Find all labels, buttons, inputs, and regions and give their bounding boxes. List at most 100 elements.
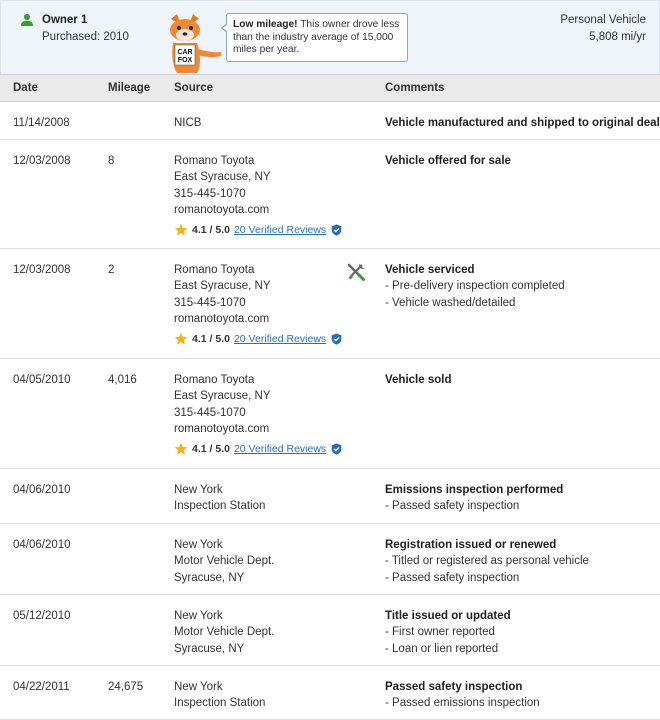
- row-mileage: 4,016: [108, 374, 137, 386]
- row-date: 04/05/2010: [13, 374, 71, 386]
- service-tools-icon: [347, 263, 365, 281]
- col-header-mileage: Mileage: [108, 82, 151, 94]
- row-comments: Vehicle manufactured and shipped to orig…: [385, 115, 660, 131]
- row-comments: Emissions inspection performed - Passed s…: [385, 482, 655, 515]
- comment-detail: - Titled or registered as personal vehic…: [385, 555, 589, 568]
- dealer-rating: 4.1 / 5.0 20 Verified Reviews: [174, 331, 344, 347]
- row-mileage: 2: [108, 264, 115, 276]
- verified-reviews-link[interactable]: 20 Verified Reviews: [234, 222, 326, 238]
- row-date: 04/06/2010: [13, 539, 71, 551]
- comment-title: Vehicle sold: [385, 374, 452, 386]
- owner-title: Owner 1: [42, 14, 88, 26]
- row-source: New York Inspection Station: [174, 679, 344, 712]
- history-row: 12/03/2008 2 Romano Toyota East Syracuse, N…: [0, 249, 660, 359]
- source-line: romanotoyota.com: [174, 422, 270, 435]
- comment-detail: - First owner reported: [385, 626, 495, 639]
- history-row: 11/14/2008 NICB Vehicle manufactured and s…: [0, 102, 660, 140]
- carfox-mascot-icon: CAR FOX: [170, 14, 221, 73]
- miles-per-year: 5,808 mi/yr: [589, 31, 646, 43]
- source-line: New York: [174, 484, 223, 496]
- row-comments: Vehicle offered for sale: [385, 153, 655, 169]
- source-line: 315-445-1070: [174, 406, 246, 419]
- source-line: New York: [174, 539, 223, 551]
- row-comments: Passed safety inspection - Passed emissio…: [385, 679, 655, 712]
- row-comments: Registration issued or renewed - Titled o…: [385, 537, 655, 586]
- row-date: 12/03/2008: [13, 155, 71, 167]
- row-mileage: 24,675: [108, 681, 144, 693]
- source-line: East Syracuse, NY: [174, 280, 271, 293]
- verified-shield-icon: [331, 443, 342, 455]
- source-line: Syracuse, NY: [174, 571, 245, 584]
- history-row: 12/03/2008 8 Romano Toyota East Syracuse, N…: [0, 140, 660, 249]
- vehicle-type: Personal Vehicle: [560, 14, 646, 26]
- mascot-shirt-bottom: FOX: [178, 57, 193, 64]
- comment-detail: - Passed emissions inspection: [385, 697, 540, 710]
- row-source: NICB: [174, 115, 344, 131]
- source-line: 315-445-1070: [174, 296, 246, 309]
- mascot-shirt-top: CAR: [177, 49, 192, 56]
- col-header-comments: Comments: [385, 82, 445, 94]
- source-line: New York: [174, 610, 223, 622]
- source-line: 315-445-1070: [174, 187, 246, 200]
- comment-detail: - Vehicle washed/detailed: [385, 296, 516, 309]
- comment-title: Emissions inspection performed: [385, 484, 564, 496]
- comment-detail: - Passed safety inspection: [385, 500, 520, 513]
- source-line: Syracuse, NY: [174, 642, 245, 655]
- row-date: 12/03/2008: [13, 264, 71, 276]
- verified-shield-icon: [331, 333, 342, 345]
- person-icon: [21, 14, 33, 26]
- star-icon: [174, 332, 188, 345]
- star-icon: [174, 223, 188, 236]
- source-line: Romano Toyota: [174, 264, 255, 276]
- comment-title: Title issued or updated: [385, 610, 511, 622]
- comment-title: Vehicle manufactured and shipped to orig…: [385, 117, 660, 129]
- comment-detail: - Loan or lien reported: [385, 642, 499, 655]
- row-source: New York Inspection Station: [174, 482, 344, 515]
- row-source: New York Motor Vehicle Dept. Syracuse, NY: [174, 537, 344, 586]
- source-line: Motor Vehicle Dept.: [174, 626, 275, 639]
- source-line: Inspection Station: [174, 697, 266, 710]
- source-line: Romano Toyota: [174, 155, 255, 167]
- comment-title: Vehicle offered for sale: [385, 155, 511, 167]
- history-row: 04/06/2010 New York Motor Vehicle Dept. Syr…: [0, 524, 660, 595]
- row-comments: Vehicle sold: [385, 372, 655, 388]
- col-header-date: Date: [13, 82, 38, 94]
- history-row: 04/06/2010 New York Inspection Station Emis…: [0, 469, 660, 524]
- comment-detail: - Pre-delivery inspection completed: [385, 280, 565, 293]
- owner-purchased-year: Purchased: 2010: [42, 31, 129, 43]
- row-mileage: 8: [108, 155, 115, 167]
- source-line: New York: [174, 681, 223, 693]
- rating-value: 4.1 / 5.0: [192, 224, 230, 237]
- owner-header: Owner 1 Purchased: 2010 CAR FOX Low mile…: [0, 0, 660, 74]
- history-table-header: Date Mileage Source Comments: [0, 74, 660, 102]
- row-comments: Title issued or updated - First owner rep…: [385, 608, 655, 657]
- callout-bold: Low mileage!: [233, 19, 298, 30]
- source-line: NICB: [174, 117, 202, 129]
- row-source: Romano Toyota East Syracuse, NY 315-445-10…: [174, 262, 344, 347]
- source-line: Inspection Station: [174, 500, 266, 513]
- star-icon: [174, 442, 188, 455]
- source-line: romanotoyota.com: [174, 312, 270, 325]
- history-row: 04/22/2011 24,675 New York Inspection Stati…: [0, 666, 660, 720]
- rating-value: 4.1 / 5.0: [192, 443, 230, 456]
- source-line: East Syracuse, NY: [174, 171, 271, 184]
- source-line: romanotoyota.com: [174, 203, 270, 216]
- comment-title: Passed safety inspection: [385, 681, 523, 693]
- row-source: New York Motor Vehicle Dept. Syracuse, NY: [174, 608, 344, 657]
- verified-shield-icon: [331, 224, 342, 236]
- source-line: East Syracuse, NY: [174, 390, 271, 403]
- dealer-rating: 4.1 / 5.0 20 Verified Reviews: [174, 441, 344, 457]
- comment-title: Vehicle serviced: [385, 264, 475, 276]
- row-date: 04/06/2010: [13, 484, 71, 496]
- verified-reviews-link[interactable]: 20 Verified Reviews: [234, 441, 326, 457]
- history-row: 05/12/2010 New York Motor Vehicle Dept. Syr…: [0, 595, 660, 666]
- comment-title: Registration issued or renewed: [385, 539, 557, 551]
- verified-reviews-link[interactable]: 20 Verified Reviews: [234, 331, 326, 347]
- col-header-source: Source: [174, 82, 213, 94]
- low-mileage-callout: Low mileage! This owner drove less than …: [221, 13, 408, 62]
- source-line: Romano Toyota: [174, 374, 255, 386]
- row-source: Romano Toyota East Syracuse, NY 315-445-10…: [174, 153, 344, 238]
- rating-value: 4.1 / 5.0: [192, 333, 230, 346]
- row-date: 04/22/2011: [13, 681, 70, 693]
- comment-detail: - Passed safety inspection: [385, 571, 520, 584]
